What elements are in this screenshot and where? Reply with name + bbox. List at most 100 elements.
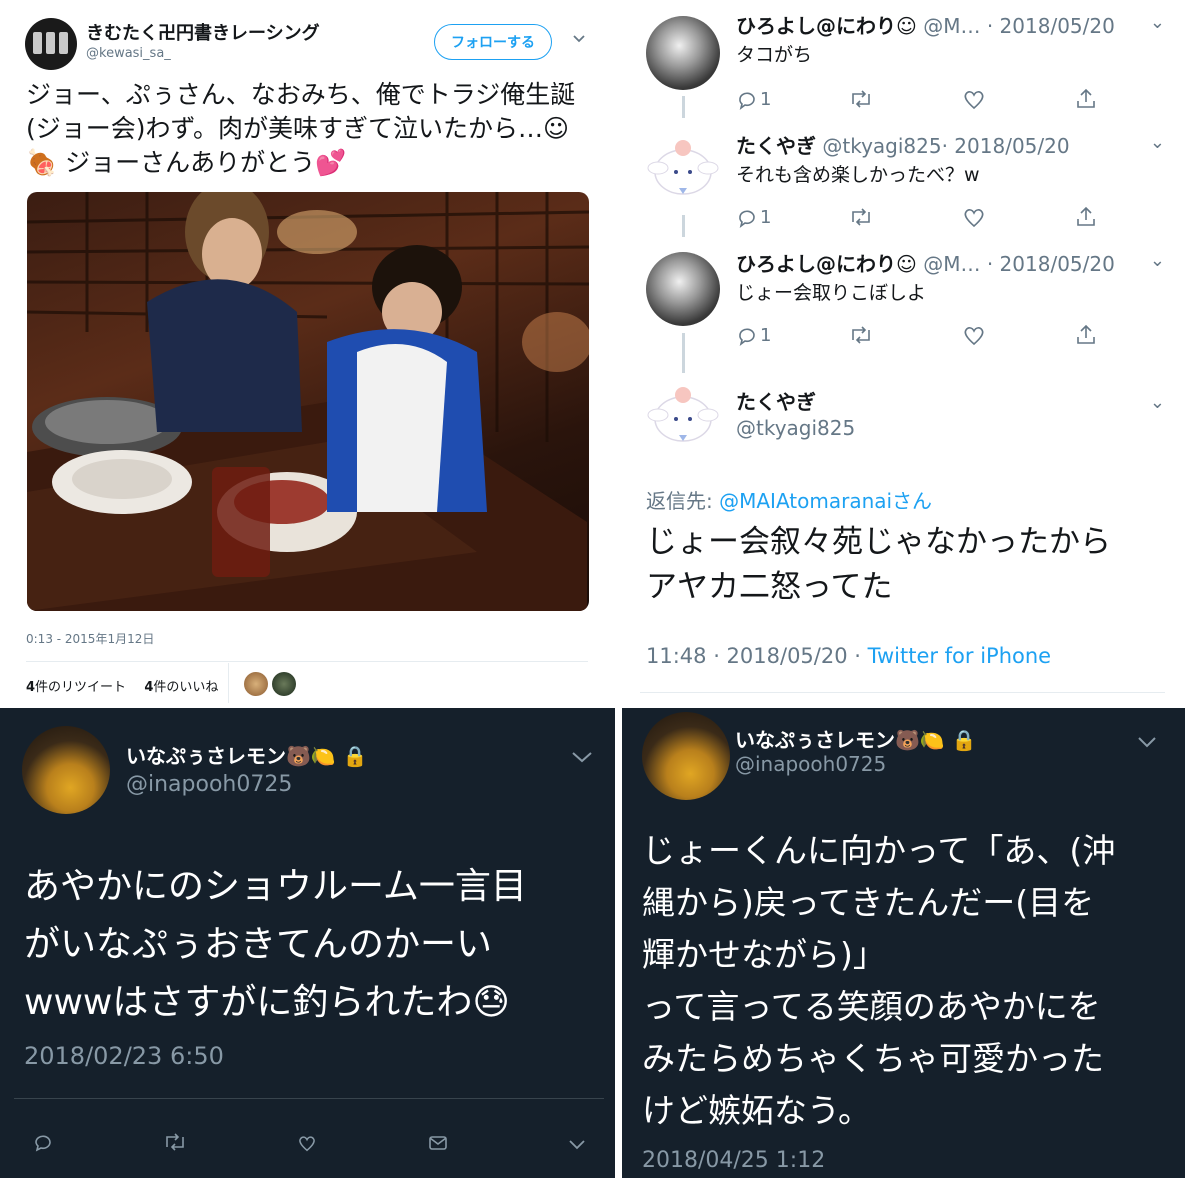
tweet-text: じょー会叙々苑じゃなかったから アヤカ二怒ってた: [646, 520, 1176, 610]
user-handle[interactable]: @inapooh0725: [126, 772, 292, 797]
display-name[interactable]: ひろよし@にわり☺: [736, 252, 917, 276]
reply-button[interactable]: [33, 1132, 53, 1157]
reply-button[interactable]: 1: [736, 322, 771, 348]
panel-gap: [615, 708, 622, 1178]
tweet-actions: 1: [736, 322, 1096, 348]
reply-to-line: 返信先: @MAIAtomaranaiさん: [646, 485, 932, 514]
tweet-date[interactable]: · 2018/05/20: [942, 134, 1070, 158]
heart-icon: [964, 91, 984, 110]
tweet-text: じょーくんに向かって「あ、(沖 縄から)戻ってきたんだー(目を 輝かせながら)」…: [642, 825, 1115, 1137]
chevron-down-icon[interactable]: ⌄: [1150, 12, 1165, 33]
reply-button[interactable]: 1: [736, 204, 771, 230]
retweet-icon: [166, 1133, 184, 1151]
panel-gap: [612, 0, 622, 708]
display-name[interactable]: ひろよし@にわり☺: [736, 14, 917, 38]
retweet-icon: [852, 326, 870, 344]
tweet-source[interactable]: Twitter for iPhone: [868, 644, 1052, 668]
engagement-stats: 4件のリツイート 4件のいいね: [26, 676, 218, 695]
avatar[interactable]: [646, 252, 720, 326]
heart-icon: [299, 1136, 315, 1152]
like-button[interactable]: [297, 1134, 317, 1157]
tweet-date[interactable]: · 2018/05/20: [987, 252, 1115, 276]
share-icon: [1077, 206, 1095, 226]
tweet-text: ジョー、ぷぅさん、なおみち、俺でトラジ俺生誕(ジョー会)わず。肉が美味すぎて泣い…: [26, 80, 576, 177]
avatar[interactable]: [25, 18, 77, 70]
tweet-actions: 1: [736, 86, 1096, 112]
reply-icon: [739, 328, 755, 346]
chevron-down-icon[interactable]: [1136, 730, 1158, 754]
message-button[interactable]: [428, 1134, 448, 1157]
display-name[interactable]: いなぷぅさレモン🐻🍋 🔒: [126, 740, 368, 769]
chevron-down-icon[interactable]: [571, 30, 587, 46]
avatar[interactable]: [22, 726, 110, 814]
user-handle[interactable]: @kewasi_sa_: [86, 46, 171, 61]
reply-to-link[interactable]: @MAIAtomaranaiさん: [719, 489, 932, 513]
share-button[interactable]: [1074, 204, 1098, 230]
tweet-date[interactable]: · 2018/05/20: [987, 14, 1115, 38]
liker-avatar[interactable]: [272, 672, 296, 696]
retweet-button[interactable]: [848, 322, 874, 348]
thread-line: [682, 96, 685, 118]
avatar[interactable]: [646, 130, 720, 204]
share-button[interactable]: [1074, 86, 1098, 112]
chevron-down-icon[interactable]: [567, 1136, 587, 1157]
display-name[interactable]: たくやぎ: [736, 386, 816, 415]
tweet-time[interactable]: 11:48 · 2018/05/20 ·: [646, 644, 868, 668]
reply-count: 1: [760, 206, 772, 228]
tweet-text: あやかにのショウルーム一言目 がいなぷぅおきてんのかーい wwwはさすがに釣られ…: [24, 858, 527, 1032]
like-label[interactable]: 件のいいね: [153, 680, 218, 695]
reply-button[interactable]: 1: [736, 86, 771, 112]
avatar[interactable]: [642, 712, 730, 800]
tweet-photo[interactable]: [27, 192, 589, 611]
chevron-down-icon[interactable]: ⌄: [1150, 392, 1165, 413]
display-name[interactable]: たくやぎ: [736, 134, 816, 158]
tweet-text-line: あやかにのショウルーム一言目: [24, 866, 527, 907]
tweet-text: それも含め楽しかったべ？w: [736, 164, 980, 186]
user-handle[interactable]: @tkyagi825: [822, 134, 941, 158]
avatar[interactable]: [646, 16, 720, 90]
retweet-label[interactable]: 件のリツイート: [35, 680, 126, 695]
follow-button[interactable]: フォローする: [434, 24, 552, 60]
envelope-icon: [429, 1136, 447, 1150]
divider: [228, 663, 229, 703]
retweet-icon: [852, 208, 870, 226]
tweet-text-line: アヤカ二怒ってた: [646, 569, 893, 605]
reply-icon: [739, 210, 755, 228]
chevron-down-icon[interactable]: ⌄: [1150, 250, 1165, 271]
liker-avatar[interactable]: [244, 672, 268, 696]
avatar[interactable]: [646, 377, 720, 451]
divider: [14, 1098, 604, 1099]
retweet-count[interactable]: 4: [26, 680, 35, 695]
tweet-timestamp[interactable]: 0:13 - 2015年1月12日: [26, 630, 154, 647]
reply-thread-panel: ひろよし@にわり☺ @M… · 2018/05/20 ⌄ タコがち 1 たくやぎ…: [622, 0, 1185, 708]
user-handle[interactable]: @M…: [923, 14, 980, 38]
tweet-date[interactable]: 2018/04/25 1:12: [642, 1148, 825, 1173]
tweet-text-line: 輝かせながら)」: [642, 935, 886, 974]
retweet-button[interactable]: [848, 204, 874, 230]
user-handle[interactable]: @M…: [923, 252, 980, 276]
like-button[interactable]: [962, 86, 986, 112]
tweet-date[interactable]: 2018/02/23 6:50: [24, 1042, 224, 1070]
tweet-panel-kewasi: きむたく卍円書きレーシング @kewasi_sa_ フォローする ジョー、ぷぅさ…: [0, 0, 612, 708]
display-name[interactable]: いなぷぅさレモン🐻🍋 🔒: [735, 724, 977, 753]
retweet-button[interactable]: [163, 1132, 187, 1157]
display-name[interactable]: きむたく卍円書きレーシング: [86, 19, 320, 45]
tweet-text: じょー会取りこぼしよ: [736, 282, 927, 304]
chevron-down-icon[interactable]: ⌄: [1150, 132, 1165, 153]
heart-icon: [964, 209, 984, 228]
tweet-text-line: じょー会叙々苑じゃなかったから: [646, 524, 1111, 560]
reply-icon: [739, 92, 755, 110]
retweet-button[interactable]: [848, 86, 874, 112]
share-icon: [1077, 88, 1095, 108]
user-handle[interactable]: @tkyagi825: [736, 416, 855, 440]
tweet-actions: 1: [736, 204, 1096, 230]
thread-line: [682, 215, 685, 237]
tweet-header: たくやぎ @tkyagi825· 2018/05/20: [736, 130, 1070, 159]
like-button[interactable]: [962, 204, 986, 230]
tweet-text-line: けど嫉妬なう。: [642, 1091, 872, 1130]
chevron-down-icon[interactable]: [570, 746, 594, 770]
tweet-text-line: wwwはさすがに釣られたわ😓: [24, 982, 510, 1023]
like-button[interactable]: [962, 322, 986, 348]
share-button[interactable]: [1074, 322, 1098, 348]
user-handle[interactable]: @inapooh0725: [735, 752, 886, 776]
